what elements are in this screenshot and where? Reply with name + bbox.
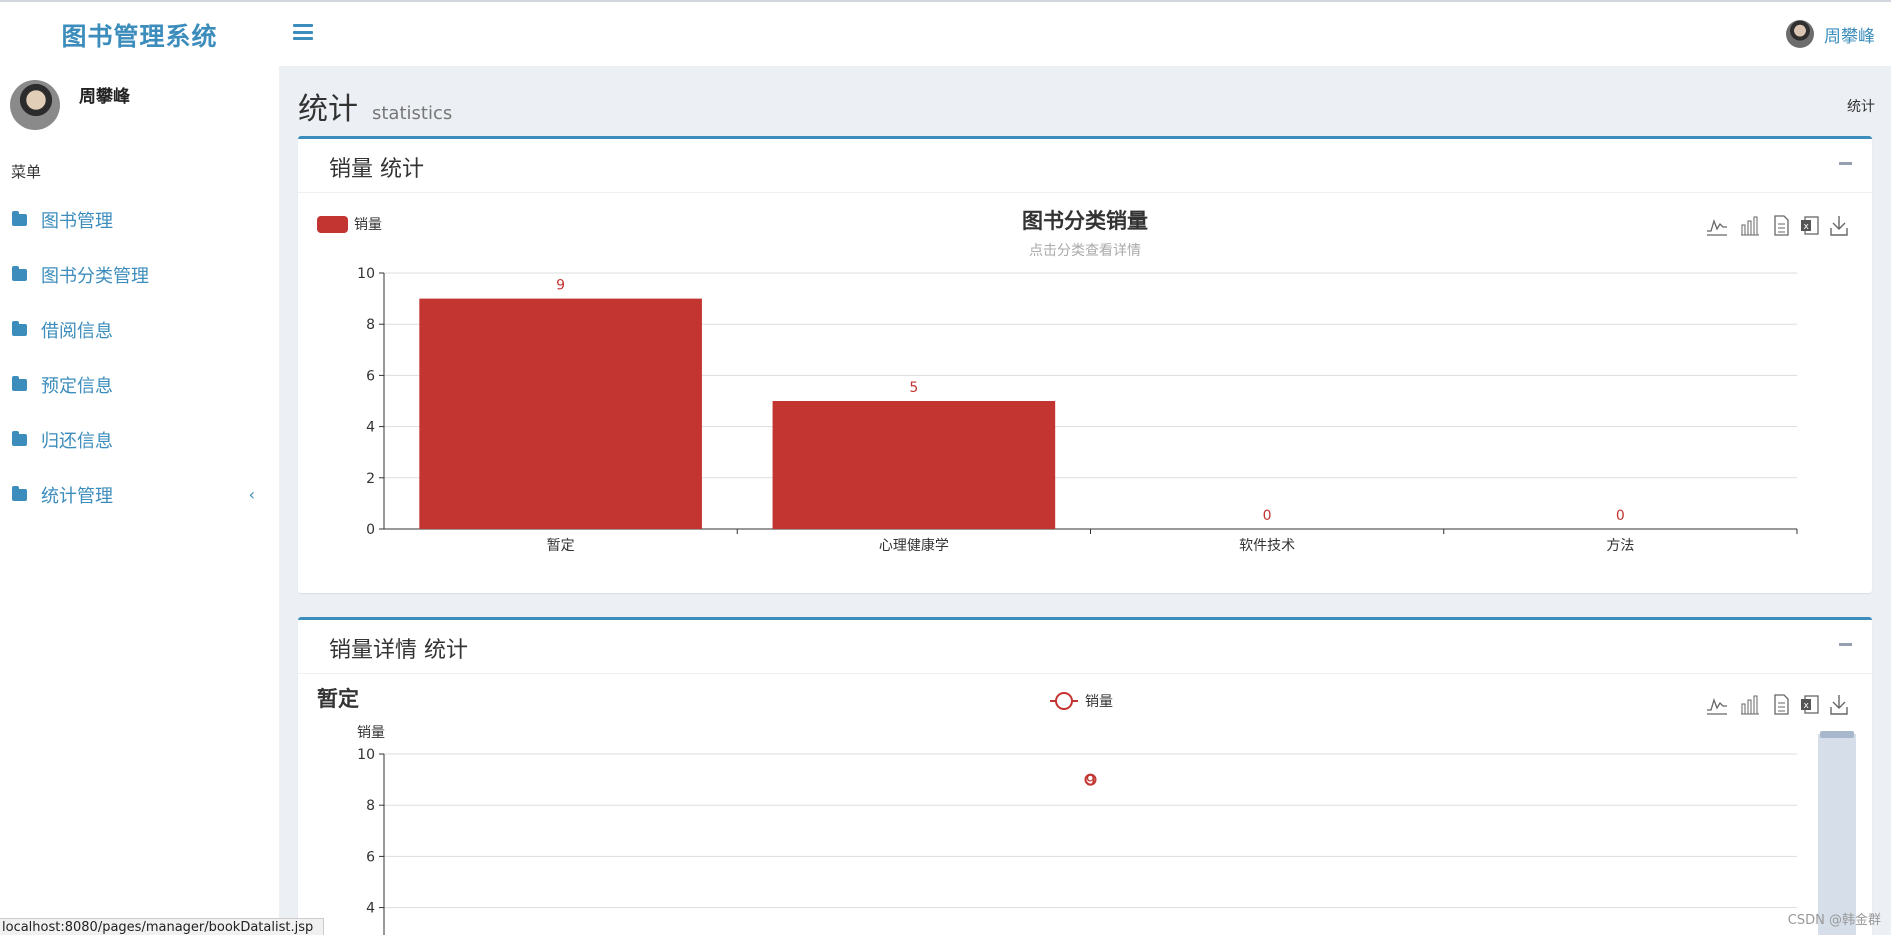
y-tick-label: 8 (366, 317, 375, 333)
user-menu[interactable]: 周攀峰 (1786, 20, 1875, 48)
sidebar-item-label: 图书管理 (41, 210, 113, 232)
box-header: 销量 统计 (298, 139, 1872, 193)
sidebar-item-label: 图书分类管理 (41, 265, 149, 287)
chevron-left-icon: ‹ (248, 485, 255, 504)
status-bar-url: localhost:8080/pages/manager/bookDatalis… (0, 918, 325, 935)
legend-swatch (317, 216, 348, 233)
collapse-icon[interactable] (1839, 162, 1852, 165)
folder-icon (12, 265, 27, 281)
datazoom-handle[interactable] (1820, 731, 1854, 738)
box-title: 销量详情 统计 (329, 638, 468, 663)
excel-icon[interactable]: x (1801, 695, 1819, 714)
folder-icon (12, 375, 27, 391)
bar-value-label: 9 (556, 278, 565, 294)
sidebar-item-statistics[interactable]: 统计管理 ‹ (0, 467, 279, 522)
datazoom-slider[interactable] (1818, 731, 1856, 935)
bar-chart[interactable]: 销量 图书分类销量 点击分类查看详情 x 0 2 4 6 8 10 9 暂定 5 心理健康学 0 软件… (298, 193, 1872, 593)
menu-header: 菜单 (11, 163, 42, 181)
download-icon[interactable] (1830, 216, 1848, 236)
sidebar-item-label: 归还信息 (41, 430, 113, 452)
y-tick-label: 0 (366, 522, 375, 538)
page-subtitle: statistics (372, 103, 453, 124)
line-chart-icon[interactable] (1707, 697, 1727, 715)
y-tick-label: 4 (366, 420, 375, 436)
sidebar-item-books[interactable]: 图书管理 (0, 192, 279, 247)
sidebar-item-borrow[interactable]: 借阅信息 (0, 302, 279, 357)
x-tick-label[interactable]: 软件技术 (1239, 538, 1295, 554)
y-tick-label: 6 (366, 368, 375, 384)
y-tick-label: 2 (366, 471, 375, 487)
download-icon[interactable] (1830, 695, 1848, 715)
bar-value-label: 0 (1616, 508, 1625, 524)
watermark: CSDN @韩金群 (1787, 913, 1881, 928)
sidebar-item-label: 借阅信息 (41, 320, 113, 342)
chart-subtitle: 点击分类查看详情 (1029, 243, 1141, 259)
avatar (1786, 20, 1814, 48)
data-view-icon[interactable] (1774, 215, 1789, 236)
chart-legend[interactable]: 销量 (1050, 692, 1113, 710)
sidebar-item-reserve[interactable]: 预定信息 (0, 357, 279, 412)
chart-title: 暂定 (317, 687, 359, 711)
line-chart[interactable]: 暂定 销量 销量 x 4 6 8 10 9 (298, 674, 1872, 935)
legend-label: 销量 (354, 217, 382, 233)
page-header: 统计 statistics (298, 84, 452, 128)
point-value-label: 9 (1086, 772, 1096, 790)
box-header: 销量详情 统计 (298, 620, 1872, 674)
collapse-icon[interactable] (1839, 643, 1852, 646)
folder-icon (12, 320, 27, 336)
user-name: 周攀峰 (79, 87, 130, 107)
y-tick-label: 8 (366, 798, 375, 814)
sidebar-item-categories[interactable]: 图书分类管理 (0, 247, 279, 302)
sidebar-item-label: 统计管理 (41, 485, 113, 507)
x-tick-label[interactable]: 心理健康学 (879, 537, 949, 554)
y-tick-label: 6 (366, 849, 375, 865)
bar-chart-icon[interactable] (1741, 216, 1759, 236)
top-header: 周攀峰 (279, 4, 1891, 66)
legend-label: 销量 (1085, 694, 1113, 710)
folder-icon (12, 430, 27, 446)
y-axis-label: 销量 (357, 725, 385, 741)
chart-legend[interactable]: 销量 (317, 216, 382, 233)
app-logo[interactable]: 图书管理系统 (0, 4, 279, 66)
y-tick-label: 4 (366, 901, 375, 917)
bar[interactable] (772, 401, 1056, 529)
folder-icon (12, 210, 27, 226)
svg-text:x: x (1804, 222, 1810, 232)
sales-detail-box: 销量详情 统计 暂定 销量 销量 x 4 6 8 10 9 (298, 617, 1872, 935)
chart-title: 图书分类销量 (1022, 209, 1148, 233)
box-title: 销量 统计 (329, 157, 424, 182)
excel-icon[interactable]: x (1801, 216, 1819, 235)
app-title[interactable]: 图书管理系统 (61, 17, 217, 53)
page-title: 统计 (298, 92, 358, 127)
bar[interactable] (419, 298, 702, 529)
sidebar-item-return[interactable]: 归还信息 (0, 412, 279, 467)
x-tick-label[interactable]: 方法 (1606, 538, 1634, 554)
breadcrumb[interactable]: 统计 (1847, 96, 1875, 116)
user-name-top[interactable]: 周攀峰 (1824, 22, 1875, 47)
sidebar: 周攀峰 菜单 图书管理 图书分类管理 借阅信息 预定信息 归还信息 统计管理 ‹ (0, 66, 279, 935)
legend-marker (1055, 692, 1073, 710)
datazoom-track (1818, 734, 1856, 935)
sidebar-menu: 图书管理 图书分类管理 借阅信息 预定信息 归还信息 统计管理 ‹ (0, 192, 279, 522)
avatar (10, 80, 60, 130)
y-tick-label: 10 (357, 266, 375, 282)
line-chart-icon[interactable] (1707, 218, 1727, 236)
sidebar-item-label: 预定信息 (41, 375, 113, 397)
svg-text:x: x (1804, 701, 1810, 711)
bar-chart-icon[interactable] (1741, 695, 1759, 715)
user-panel: 周攀峰 (10, 80, 270, 140)
y-tick-label: 10 (357, 747, 375, 763)
sidebar-toggle-icon[interactable] (293, 24, 313, 40)
folder-icon (12, 485, 27, 501)
sales-stats-box: 销量 统计 销量 图书分类销量 点击分类查看详情 x 0 2 4 6 8 10 9 暂定 5 心理… (298, 136, 1872, 593)
bar-value-label: 5 (909, 380, 918, 396)
x-tick-label[interactable]: 暂定 (547, 538, 575, 554)
bar-value-label: 0 (1263, 508, 1272, 524)
data-view-icon[interactable] (1774, 694, 1789, 715)
